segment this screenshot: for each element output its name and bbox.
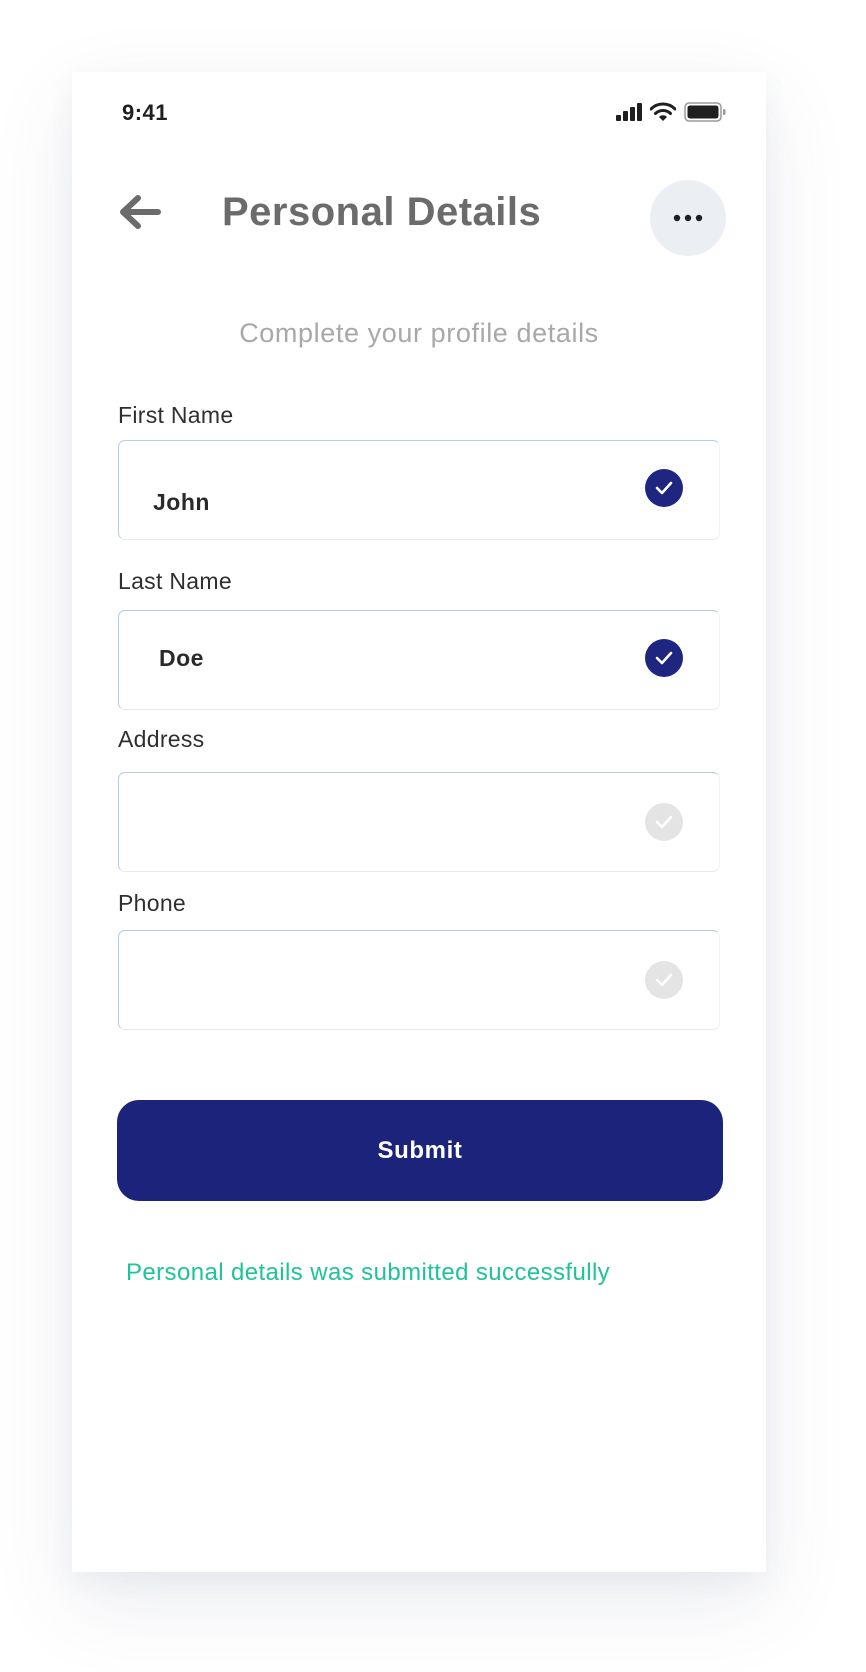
phone-field[interactable] [118,930,720,1030]
last-name-label: Last Name [118,568,232,594]
check-circle-icon [645,639,683,677]
battery-icon [684,102,726,127]
last-name-value: Doe [159,645,204,671]
status-time: 9:41 [122,100,169,125]
submit-button[interactable]: Submit [117,1100,723,1201]
status-icons [616,102,726,127]
form-subtitle: Complete your profile details [239,318,599,348]
check-circle-icon [645,469,683,507]
address-field[interactable] [118,772,720,872]
first-name-value: John [153,489,210,515]
last-name-field[interactable]: Doe [118,610,720,710]
back-button[interactable] [110,184,170,244]
signal-bars-icon [616,103,642,126]
wifi-icon [649,102,677,127]
success-message: Personal details was submitted successfu… [126,1259,611,1286]
more-horizontal-icon [673,209,703,227]
address-label: Address [118,726,205,752]
phone-screen: 9:41 Personal Details Complete your prof… [72,72,766,1572]
arrow-left-icon [118,194,162,235]
status-bar: 9:41 [72,72,766,152]
first-name-label: First Name [118,402,234,428]
page-title: Personal Details [222,190,542,234]
page-background: 9:41 Personal Details Complete your prof… [0,0,866,1672]
check-circle-icon [645,961,683,999]
first-name-field[interactable]: John [118,440,720,540]
check-circle-icon [645,803,683,841]
more-options-button[interactable] [650,180,726,256]
phone-label: Phone [118,890,187,916]
